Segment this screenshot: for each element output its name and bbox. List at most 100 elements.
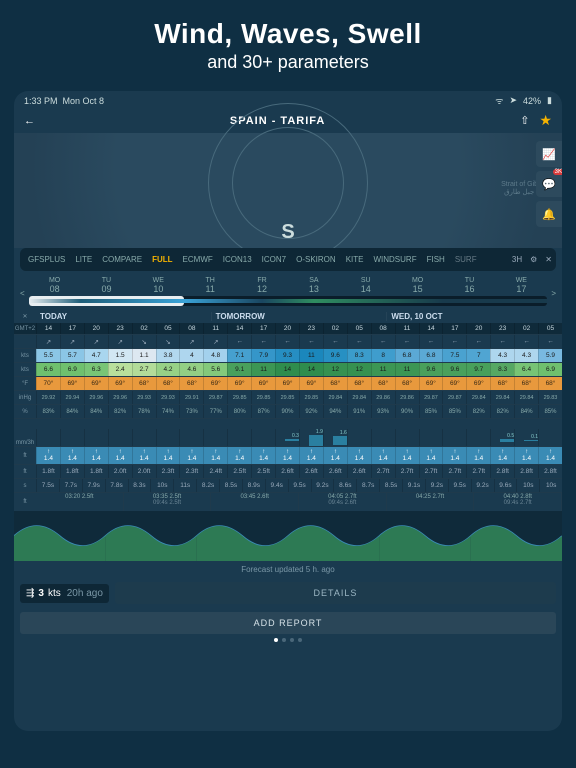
cell: 1.6: [323, 429, 347, 446]
cell: 29.94: [60, 391, 84, 404]
battery-icon: ▮: [547, 95, 552, 106]
cell: 68°: [179, 377, 203, 390]
stats-icon[interactable]: 📈: [536, 141, 562, 167]
row-gust-kts: kts6.66.96.32.42.74.24.65.69.11114141212…: [14, 363, 562, 377]
cell: 6.4: [514, 363, 538, 376]
cell: 20: [84, 323, 108, 334]
page-dots: [14, 638, 562, 642]
cell: 4.8: [203, 349, 227, 362]
week-day[interactable]: SU14: [340, 277, 392, 294]
week-days[interactable]: MO08TU09WE10TH11FR12SA13SU14MO15TU16WE17: [29, 277, 548, 294]
cell: ↘: [132, 335, 156, 348]
bell-icon[interactable]: 🔔: [536, 201, 562, 227]
cell: 85%: [442, 405, 466, 418]
model-gfsplus[interactable]: GFSPLUS: [24, 252, 69, 267]
week-day[interactable]: SA13: [288, 277, 340, 294]
label-ft2: ft: [14, 465, 36, 478]
cell: 5.7: [60, 349, 84, 362]
cell: 69°: [251, 377, 275, 390]
week-day[interactable]: MO15: [392, 277, 444, 294]
model-surf[interactable]: SURF: [451, 252, 481, 267]
week-day[interactable]: TU09: [81, 277, 133, 294]
cell: 90%: [395, 405, 419, 418]
cell: [108, 429, 132, 446]
cell: 23: [299, 323, 323, 334]
add-report-button[interactable]: ADD REPORT: [20, 612, 556, 634]
cell: 4.6: [179, 363, 203, 376]
model-o-skiron[interactable]: O-SKIRON: [292, 252, 340, 267]
gear-icon[interactable]: ⚙: [530, 255, 537, 264]
label-ft: ft: [14, 447, 36, 464]
cell: 83%: [36, 405, 60, 418]
scrub-bar[interactable]: [29, 296, 548, 306]
cell: 12: [323, 363, 347, 376]
share-icon[interactable]: ⇧: [520, 114, 529, 127]
scrub-prev[interactable]: <: [20, 289, 25, 298]
cell: ↗: [203, 335, 227, 348]
close-icon[interactable]: ✕: [545, 255, 552, 264]
cell: [371, 429, 395, 446]
cell: 17: [251, 323, 275, 334]
back-button[interactable]: ←: [24, 115, 35, 127]
cell: 9.7: [466, 363, 490, 376]
label-kts: kts: [14, 349, 36, 362]
cell: 92%: [299, 405, 323, 418]
close-grid-icon[interactable]: ✕: [14, 310, 36, 323]
model-icon7[interactable]: ICON7: [258, 252, 290, 267]
model-fish[interactable]: FISH: [423, 252, 449, 267]
cell: 2.3ft: [156, 465, 180, 478]
forecast-grid: ✕ TODAYTOMORROWWED, 10 OCT GMT+214172023…: [14, 310, 562, 561]
week-day[interactable]: TH11: [184, 277, 236, 294]
period-3h[interactable]: 3H: [512, 255, 522, 264]
cell: ←: [466, 335, 490, 348]
favorite-icon[interactable]: ★: [539, 112, 552, 129]
label-inhg: inHg: [14, 391, 36, 404]
wind-compass-map[interactable]: S Strait of Gibraltar مضيق جبل طارق 📈 💬 …: [14, 133, 562, 248]
week-day[interactable]: TU16: [444, 277, 496, 294]
model-full[interactable]: FULL: [148, 252, 176, 267]
cell: ←: [538, 335, 562, 348]
cell: 4.3: [490, 349, 514, 362]
model-selector[interactable]: GFSPLUSLITECOMPAREFULLECMWFICON13ICON7O-…: [20, 248, 556, 271]
cell: ↑1.4: [36, 447, 60, 464]
week-day[interactable]: FR12: [236, 277, 288, 294]
cell: 11: [203, 323, 227, 334]
cell: 12: [347, 363, 371, 376]
cell: ←: [395, 335, 419, 348]
scrub-next[interactable]: >: [551, 289, 556, 298]
cell: 73%: [179, 405, 203, 418]
model-compare[interactable]: COMPARE: [98, 252, 146, 267]
cell: 05: [538, 323, 562, 334]
cell: 2.4: [108, 363, 132, 376]
model-icon13[interactable]: ICON13: [219, 252, 256, 267]
cell: 29.93: [132, 391, 156, 404]
cell: 69°: [299, 377, 323, 390]
model-windsurf[interactable]: WINDSURF: [369, 252, 420, 267]
cell: 68°: [514, 377, 538, 390]
cell: ↑1.4: [179, 447, 203, 464]
model-ecmwf[interactable]: ECMWF: [179, 252, 217, 267]
model-kite[interactable]: KITE: [342, 252, 368, 267]
model-lite[interactable]: LITE: [71, 252, 96, 267]
cell: 7: [466, 349, 490, 362]
week-day[interactable]: WE17: [495, 277, 547, 294]
cell: [419, 429, 443, 446]
details-button[interactable]: DETAILS: [115, 582, 556, 604]
current-report[interactable]: ⇶ 3 kts 20h ago: [20, 584, 109, 603]
week-day[interactable]: MO08: [29, 277, 81, 294]
cell: 68°: [395, 377, 419, 390]
cell: 11: [395, 323, 419, 334]
promo-title: Wind, Waves, Swell: [0, 18, 576, 50]
cell: 84%: [84, 405, 108, 418]
cell: 77%: [203, 405, 227, 418]
cell: 29.92: [36, 391, 60, 404]
cell: [442, 429, 466, 446]
cell: ↑1.4: [538, 447, 562, 464]
cell: 0.5: [490, 429, 514, 446]
cell: 8.3s: [128, 479, 151, 492]
wind-arrows-icon: ⇶: [26, 588, 34, 599]
week-day[interactable]: WE10: [132, 277, 184, 294]
cell: 78%: [132, 405, 156, 418]
cell: ↑1.4: [84, 447, 108, 464]
chat-icon[interactable]: 💬: [536, 171, 562, 197]
